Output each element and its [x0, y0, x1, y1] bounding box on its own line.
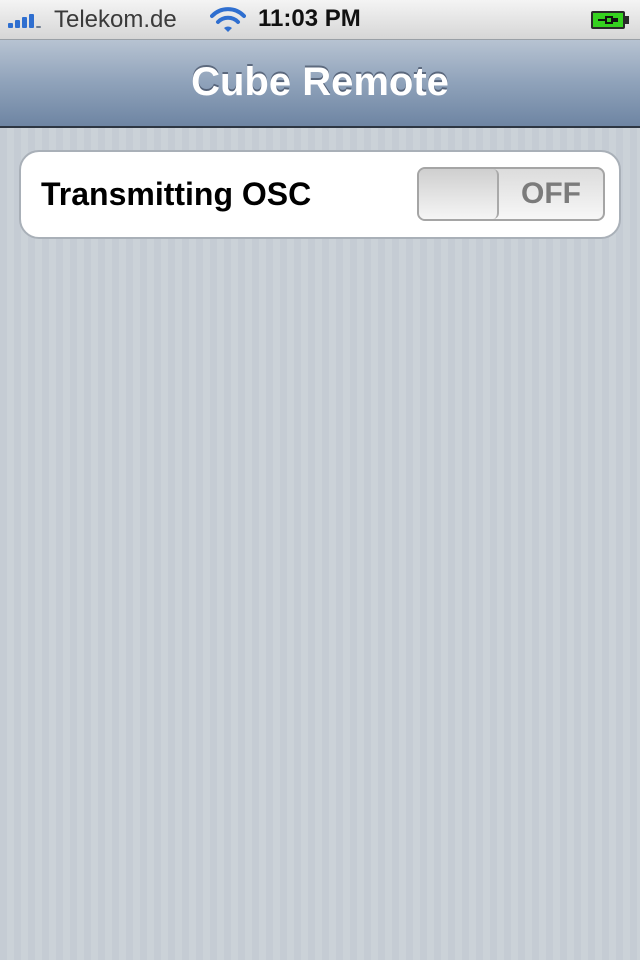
- carrier-name: Telekom.de: [54, 6, 177, 33]
- setting-label: Transmitting OSC: [41, 176, 312, 212]
- wifi-icon: [210, 7, 246, 32]
- toggle-state-label: OFF: [521, 177, 581, 210]
- clock: 11:03 PM: [258, 5, 361, 32]
- navigation-bar: Cube Remote: [0, 40, 640, 128]
- battery-charging-icon: [591, 11, 629, 29]
- page-title: Cube Remote: [191, 60, 449, 104]
- settings-row-transmitting-osc: Transmitting OSC OFF: [19, 150, 621, 239]
- status-bar: Telekom.de 11:03 PM: [0, 0, 640, 40]
- toggle-knob[interactable]: [419, 169, 499, 219]
- transmitting-osc-toggle[interactable]: OFF: [417, 167, 605, 221]
- signal-bars-icon: [8, 12, 46, 28]
